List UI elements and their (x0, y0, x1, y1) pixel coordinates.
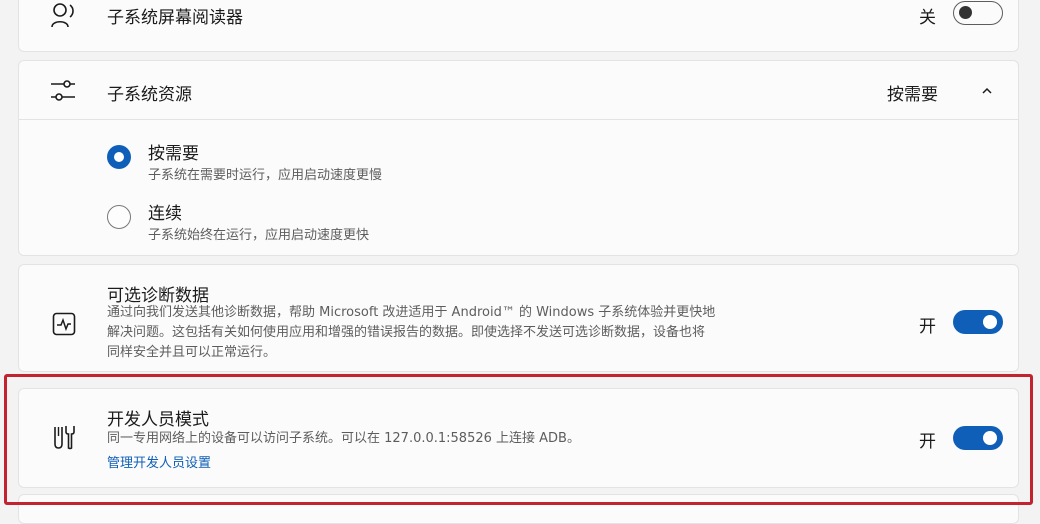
diagnostics-description-line: 通过向我们发送其他诊断数据，帮助 Microsoft 改进适用于 Android… (107, 305, 716, 320)
option-continuous-description: 子系统始终在运行，应用启动速度更快 (148, 228, 370, 243)
diagnostics-toggle[interactable] (953, 310, 1003, 334)
option-on-demand-description: 子系统在需要时运行，应用启动速度更慢 (148, 168, 383, 183)
diagnostics-description-line: 解决问题。这包括有关如何使用应用和增强的错误报告的数据。即使选择不发送可选诊断数… (107, 325, 706, 340)
diagnostics-state-label: 开 (919, 317, 936, 337)
screen-reader-card: 子系统屏幕阅读器 关 (18, 0, 1019, 52)
option-on-demand-label: 按需要 (148, 144, 199, 164)
resources-header[interactable]: 子系统资源 按需要 (18, 60, 1019, 120)
radio-on-demand[interactable] (107, 145, 131, 169)
radio-continuous[interactable] (107, 205, 131, 229)
diagnostics-card: 可选诊断数据 通过向我们发送其他诊断数据，帮助 Microsoft 改进适用于 … (18, 264, 1019, 372)
activity-monitor-icon (52, 312, 76, 340)
diagnostics-description-line: 同样安全并且可以正常运行。 (107, 345, 277, 360)
option-continuous-label: 连续 (148, 204, 182, 224)
toggle-knob (959, 6, 972, 19)
screen-reader-icon (49, 1, 79, 33)
toggle-knob (983, 315, 997, 329)
screen-reader-title: 子系统屏幕阅读器 (107, 8, 243, 28)
resources-options-panel: 按需要 子系统在需要时运行，应用启动速度更慢 连续 子系统始终在运行，应用启动速… (18, 119, 1019, 256)
screen-reader-toggle[interactable] (953, 1, 1003, 25)
diagnostics-description: 通过向我们发送其他诊断数据，帮助 Microsoft 改进适用于 Android… (107, 303, 867, 363)
screen-reader-state-label: 关 (919, 8, 936, 28)
highlight-frame (4, 374, 1033, 505)
sliders-icon (49, 78, 77, 108)
resources-current-value: 按需要 (887, 85, 938, 105)
chevron-up-icon[interactable] (980, 83, 994, 102)
resources-title: 子系统资源 (107, 85, 192, 105)
